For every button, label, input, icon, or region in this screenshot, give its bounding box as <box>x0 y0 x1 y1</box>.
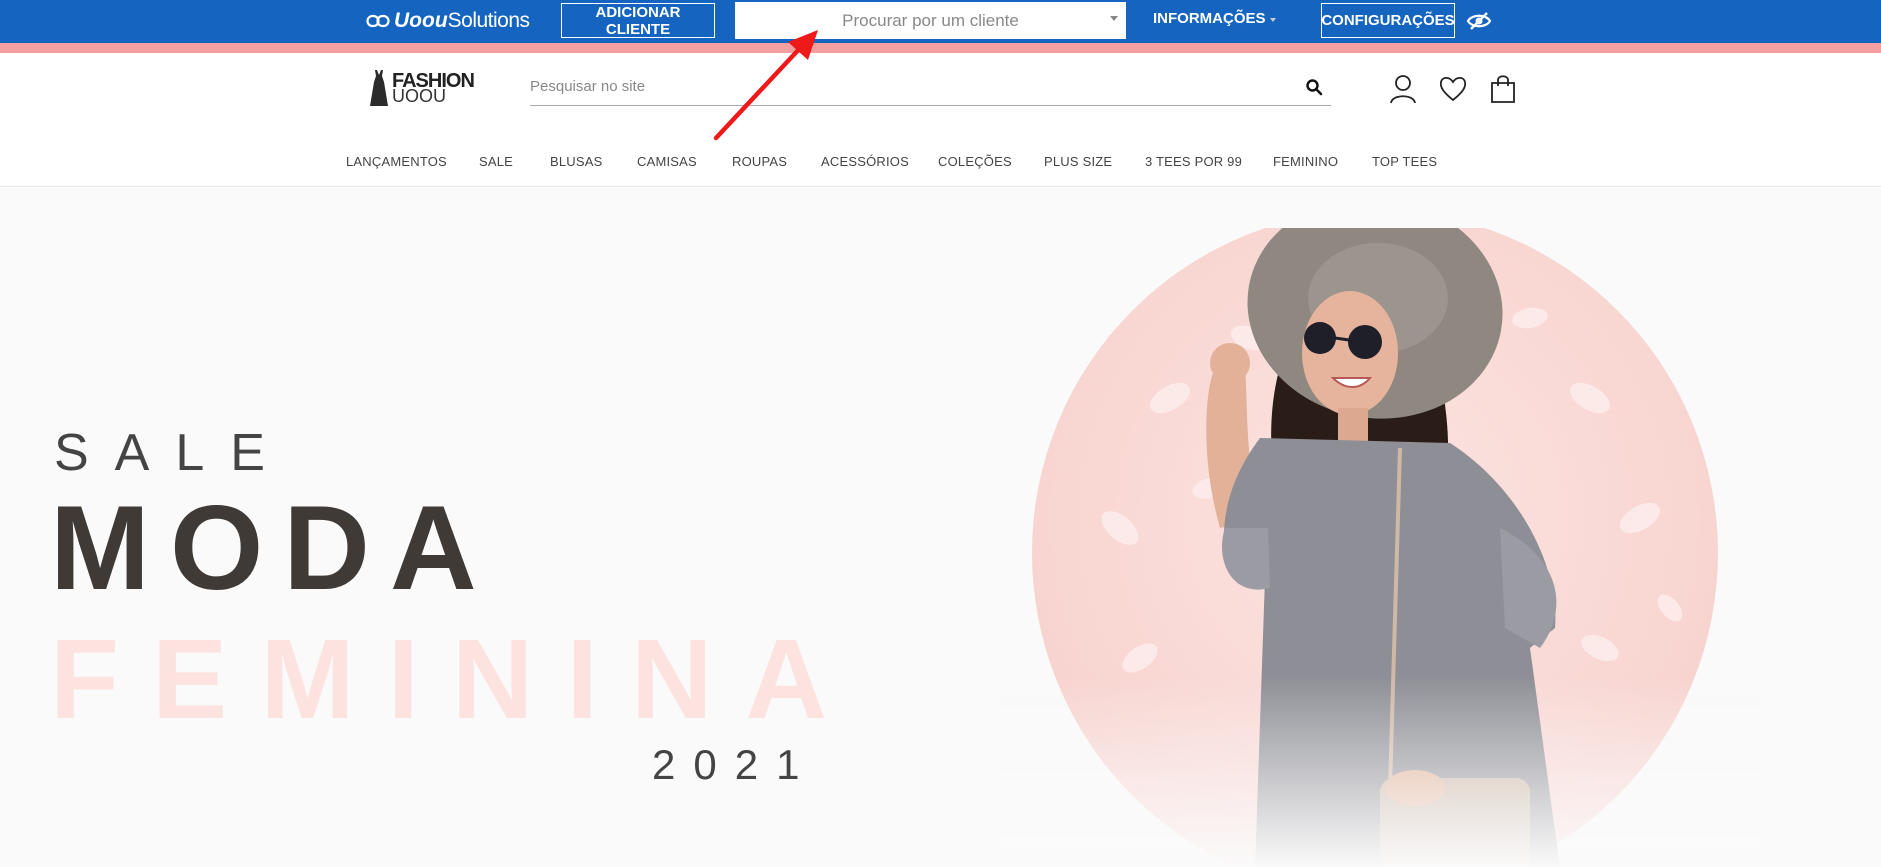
nav-item-feminino[interactable]: FEMININO <box>1273 154 1338 169</box>
nav-item-roupas[interactable]: ROUPAS <box>732 154 787 169</box>
search-icon[interactable] <box>1305 78 1323 96</box>
heart-icon[interactable] <box>1439 74 1467 104</box>
main-nav: LANÇAMENTOS SALE BLUSAS CAMISAS ROUPAS A… <box>0 150 1881 187</box>
brand-light-text: Solutions <box>447 9 530 32</box>
hero-year-text: 2021 <box>652 741 818 788</box>
nav-item-plus-size[interactable]: PLUS SIZE <box>1044 154 1112 169</box>
brand-bold-text: Uoou <box>394 9 448 32</box>
uoou-solutions-logo[interactable]: Uoou Solutions <box>366 8 530 34</box>
hero-banner[interactable]: SALE MODA FEMININA 2021 <box>0 188 1881 867</box>
shopping-bag-icon[interactable] <box>1489 74 1517 104</box>
nav-item-acessorios[interactable]: ACESSÓRIOS <box>821 154 909 169</box>
admin-toolbar-stripe <box>0 43 1881 53</box>
caret-down-icon <box>1269 17 1276 22</box>
hero-moda-text: MODA <box>50 481 497 615</box>
nav-item-top-tees[interactable]: TOP TEES <box>1372 154 1437 169</box>
link-icon <box>366 14 390 28</box>
add-client-button[interactable]: ADICIONAR CLIENTE <box>561 3 715 38</box>
nav-item-3-tees[interactable]: 3 TEES POR 99 <box>1145 154 1242 169</box>
nav-item-blusas[interactable]: BLUSAS <box>550 154 603 169</box>
nav-item-camisas[interactable]: CAMISAS <box>637 154 697 169</box>
fashion-uoou-logo[interactable]: FASHION UOOU <box>368 68 475 108</box>
eye-slash-icon[interactable] <box>1466 9 1492 33</box>
info-menu-label: INFORMAÇÕES <box>1153 10 1266 27</box>
nav-item-colecoes[interactable]: COLEÇÕES <box>938 154 1012 169</box>
hero-sale-text: SALE <box>54 424 291 482</box>
info-menu[interactable]: INFORMAÇÕES <box>1153 10 1276 27</box>
hero-model-illustration <box>1000 228 1760 867</box>
user-icon[interactable] <box>1389 74 1417 104</box>
dress-icon <box>370 70 388 106</box>
chevron-down-icon <box>1110 16 1118 21</box>
settings-button[interactable]: CONFIGURAÇÕES <box>1321 3 1455 38</box>
client-search-select[interactable]: Procurar por um cliente <box>735 2 1126 39</box>
client-search-placeholder: Procurar por um cliente <box>842 10 1019 30</box>
logo-text-uoou: UOOU <box>392 86 446 106</box>
hero-feminina-text: FEMININA <box>50 616 861 742</box>
nav-item-lancamentos[interactable]: LANÇAMENTOS <box>346 154 447 169</box>
site-search <box>530 74 1331 106</box>
site-search-input[interactable] <box>530 74 1290 98</box>
nav-item-sale[interactable]: SALE <box>479 154 513 169</box>
